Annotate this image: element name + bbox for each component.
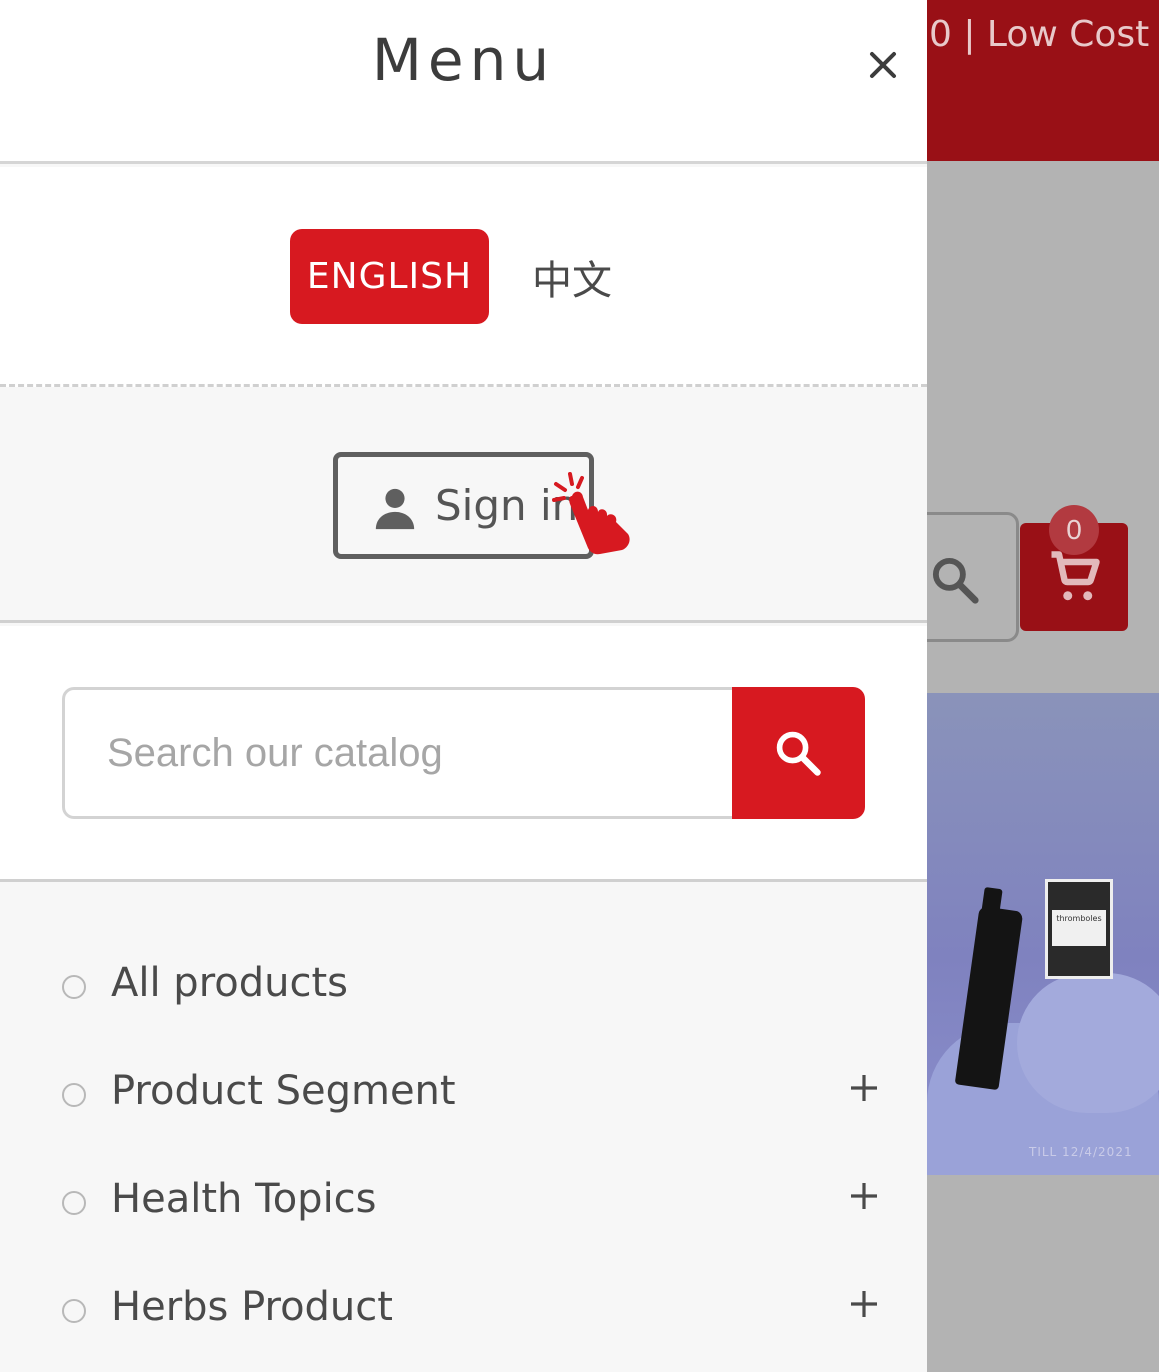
nav-item-label: Herbs Product (111, 1284, 393, 1330)
promo-topbar-text: 0 | Low Cost (929, 14, 1150, 55)
menu-drawer: Menu ENGLISH 中文 Sign in Search our catal… (0, 0, 927, 1372)
cart-count-badge: 0 (1049, 505, 1099, 555)
language-chinese-button[interactable]: 中文 (520, 229, 624, 324)
banner-box-label: thromboles (1052, 910, 1106, 946)
search-button[interactable] (732, 687, 865, 819)
cart-icon (1051, 551, 1100, 601)
close-icon (870, 52, 896, 78)
search-icon (776, 731, 821, 776)
search-icon (932, 557, 979, 604)
menu-title: Menu (371, 26, 556, 94)
user-icon (375, 488, 415, 530)
expand-plus-icon[interactable] (849, 1289, 879, 1319)
nav-item-all-products[interactable]: All products (0, 885, 927, 1006)
pointer-hand-icon (552, 472, 630, 555)
language-english-button[interactable]: ENGLISH (290, 229, 489, 324)
banner-cloud (1017, 973, 1159, 1113)
dim-overlay-lower (927, 1175, 1159, 1372)
expand-plus-icon[interactable] (849, 1073, 879, 1103)
banner-product-box: thromboles (1045, 879, 1113, 979)
search-section (0, 626, 927, 882)
bullet-icon (62, 1299, 86, 1323)
language-switcher: ENGLISH 中文 (0, 167, 927, 387)
search-input[interactable] (62, 687, 734, 819)
menu-header: Menu (0, 0, 927, 164)
nav-item-herbs-product[interactable]: Herbs Product (0, 1209, 927, 1330)
nav-item-health-topics[interactable]: Health Topics (0, 1101, 927, 1222)
close-button[interactable] (862, 44, 904, 86)
category-nav: All products Product Segment Health Topi… (0, 885, 927, 1372)
expand-plus-icon[interactable] (849, 1181, 879, 1211)
promo-banner: thromboles TILL 12/4/2021 (927, 693, 1159, 1175)
nav-item-product-segment[interactable]: Product Segment (0, 993, 927, 1114)
signin-section: Sign in (0, 390, 927, 623)
banner-date-text: TILL 12/4/2021 (1029, 1145, 1133, 1159)
